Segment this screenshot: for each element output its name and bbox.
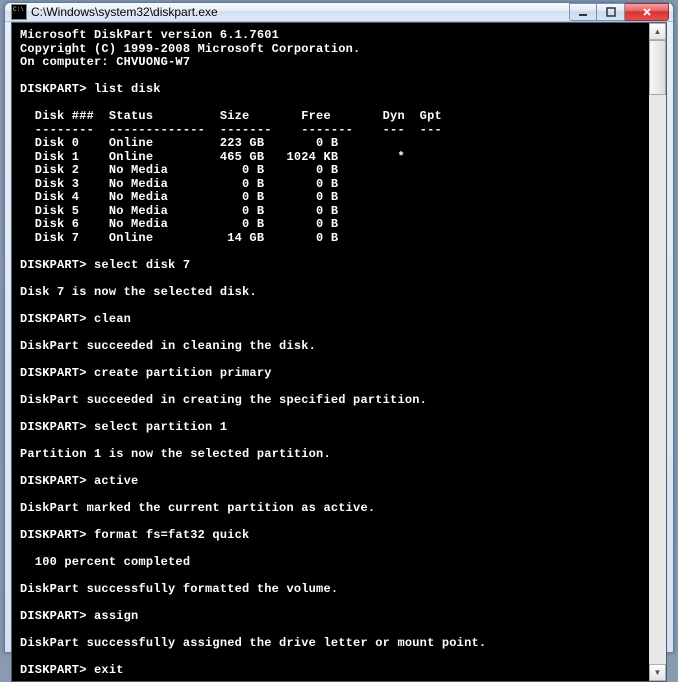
window-controls bbox=[569, 3, 669, 21]
maximize-icon bbox=[606, 7, 616, 17]
vertical-scrollbar[interactable]: ▲ ▼ bbox=[649, 23, 666, 681]
minimize-button[interactable] bbox=[569, 3, 597, 21]
scroll-track[interactable] bbox=[649, 40, 666, 664]
scroll-thumb[interactable] bbox=[649, 40, 666, 95]
client-area: Microsoft DiskPart version 6.1.7601 Copy… bbox=[11, 22, 667, 682]
close-button[interactable] bbox=[625, 3, 669, 21]
app-icon bbox=[11, 4, 27, 20]
minimize-icon bbox=[578, 7, 588, 17]
scroll-up-button[interactable]: ▲ bbox=[649, 23, 666, 40]
window-title: C:\Windows\system32\diskpart.exe bbox=[31, 5, 569, 19]
maximize-button[interactable] bbox=[597, 3, 625, 21]
titlebar[interactable]: C:\Windows\system32\diskpart.exe bbox=[5, 3, 673, 22]
console-window: C:\Windows\system32\diskpart.exe Microso… bbox=[4, 2, 674, 653]
scroll-down-button[interactable]: ▼ bbox=[649, 664, 666, 681]
console-output[interactable]: Microsoft DiskPart version 6.1.7601 Copy… bbox=[12, 23, 649, 681]
close-icon bbox=[642, 7, 652, 17]
